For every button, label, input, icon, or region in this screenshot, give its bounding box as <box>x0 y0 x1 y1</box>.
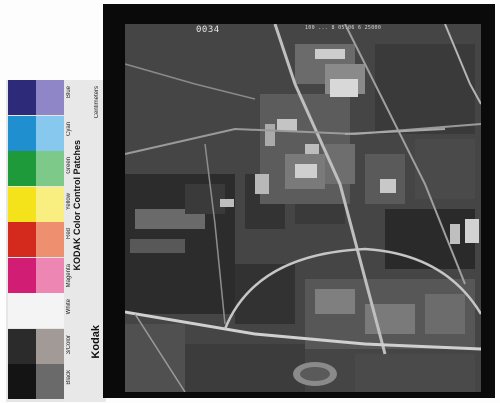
patch-blue-light <box>36 80 64 115</box>
patch-3-color-light <box>36 328 64 364</box>
patch-label-cyan: Cyan <box>66 121 72 136</box>
ruler-label: Centimeters <box>94 86 100 119</box>
patch-cyan-dark <box>8 115 36 151</box>
patch-label-3-color: 3/Color <box>66 334 72 354</box>
frame-metadata: 100 ... 8 05.06 6 25000 <box>305 25 382 31</box>
patch-green-light <box>36 151 64 186</box>
patch-red-light <box>36 222 64 257</box>
patch-label-magenta: Magenta <box>66 263 72 287</box>
patch-label-white: White <box>66 299 72 315</box>
kodak-color-control-strip: KODAK Color Control Patches Kodak Centim… <box>6 80 106 402</box>
patch-red-dark <box>8 222 36 257</box>
patch-magenta-dark <box>8 257 36 293</box>
patch-label-green: Green <box>66 157 72 174</box>
strip-title: KODAK Color Control Patches <box>72 140 82 271</box>
patch-green-dark <box>8 151 36 186</box>
patch-black-light <box>36 364 64 399</box>
patch-label-black: Black <box>66 370 72 385</box>
patch-magenta-light <box>36 257 64 293</box>
patch-blue-dark <box>8 80 36 115</box>
aerial-photo-image <box>125 24 481 392</box>
patch-label-blue: Blue <box>66 86 72 99</box>
frame-number: 0034 <box>196 25 220 35</box>
patch-label-yellow: Yellow <box>66 192 72 210</box>
patch-label-column: KODAK Color Control Patches Kodak Centim… <box>64 80 106 402</box>
aerial-photograph <box>125 24 481 392</box>
patch-yellow-dark <box>8 186 36 222</box>
patch-3-color-dark <box>8 328 36 364</box>
patch-black-dark <box>8 364 36 399</box>
patch-white-dark <box>8 293 36 328</box>
patch-white-light <box>36 293 64 328</box>
kodak-brand: Kodak <box>90 325 102 359</box>
patch-cyan-light <box>36 115 64 151</box>
patch-yellow-light <box>36 186 64 222</box>
patch-label-red: Red <box>66 228 72 240</box>
